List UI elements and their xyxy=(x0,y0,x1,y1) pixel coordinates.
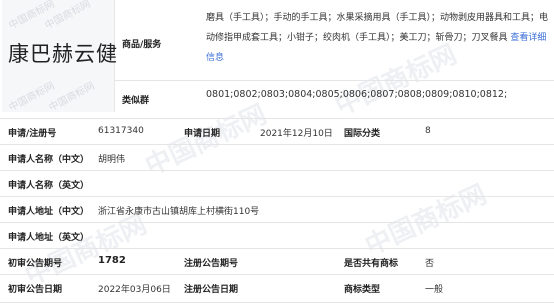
applicant-cn-value: 胡明伟 xyxy=(98,155,126,165)
address-en-label: 申请人地址（英文） xyxy=(8,233,90,243)
reg-pub-no-label: 注册公告期号 xyxy=(184,259,239,269)
trademark-name-text: 康巴赫云健 xyxy=(8,42,118,66)
intl-class-value: 8 xyxy=(425,126,431,136)
first-pub-no-value: 1782 xyxy=(98,255,126,266)
intl-class-label: 国际分类 xyxy=(344,129,381,139)
reg-pub-date-label: 注册公告日期 xyxy=(184,285,239,295)
row-publication-date: 初审公告日期 2022年03月06日 注册公告日期 商标类型 一般 xyxy=(0,274,554,303)
first-pub-date-label: 初审公告日期 xyxy=(8,285,63,295)
mark-type-value: 一般 xyxy=(425,285,444,295)
goods-services-text: 磨具（手工具）；手动的手工具；水果采摘用具（手工具）；动物剥皮用器具和工具；电动… xyxy=(206,13,549,43)
first-pub-date-value: 2022年03月06日 xyxy=(98,285,171,295)
applicant-cn-label: 申请人名称（中文） xyxy=(8,155,90,165)
shared-mark-value: 否 xyxy=(425,259,435,269)
goods-services-label: 商品/服务 xyxy=(122,40,162,50)
mark-type-label: 商标类型 xyxy=(344,285,381,295)
reg-no-value: 61317340 xyxy=(98,126,144,136)
reg-no-label: 申请/注册号 xyxy=(8,129,57,139)
row-address-cn: 申请人地址（中文） 浙江省永康市古山镇胡库上村横街110号 xyxy=(0,196,554,223)
similar-group-value: 0801;0802;0803;0804;0805;0806;0807;0808;… xyxy=(206,89,508,100)
goods-services-value: 磨具（手工具）；手动的手工具；水果采摘用具（手工具）；动物剥皮用器具和工具；电动… xyxy=(206,8,552,68)
similar-group-label: 类似群 xyxy=(122,96,150,106)
trademark-detail-page: 中国商标网 中国商标网 中国商标网 中国商标网 中国商标网 中国商标网 中国商标… xyxy=(0,0,554,303)
divider xyxy=(114,80,554,81)
row-registration: 申请/注册号 61317340 申请日期 2021年12月10日 国际分类 8 xyxy=(0,118,554,145)
address-cn-value: 浙江省永康市古山镇胡库上村横街110号 xyxy=(98,207,260,217)
logo-watermark: 中国商标网 xyxy=(47,80,97,114)
apply-date-value: 2021年12月10日 xyxy=(260,129,333,139)
row-applicant-cn: 申请人名称（中文） 胡明伟 xyxy=(0,144,554,171)
first-pub-no-label: 初审公告期号 xyxy=(8,259,63,269)
trademark-image: 中国商标网 中国商标网 中国商标网 中国商标网 康巴赫云健 xyxy=(2,0,118,114)
row-address-en: 申请人地址（英文） xyxy=(0,222,554,249)
shared-mark-label: 是否共有商标 xyxy=(344,259,399,269)
applicant-en-label: 申请人名称（英文） xyxy=(8,181,90,191)
row-applicant-en: 申请人名称（英文） xyxy=(0,170,554,197)
row-publication-no: 初审公告期号 1782 注册公告期号 是否共有商标 否 xyxy=(0,248,554,275)
address-cn-label: 申请人地址（中文） xyxy=(8,207,90,217)
apply-date-label: 申请日期 xyxy=(184,129,221,139)
